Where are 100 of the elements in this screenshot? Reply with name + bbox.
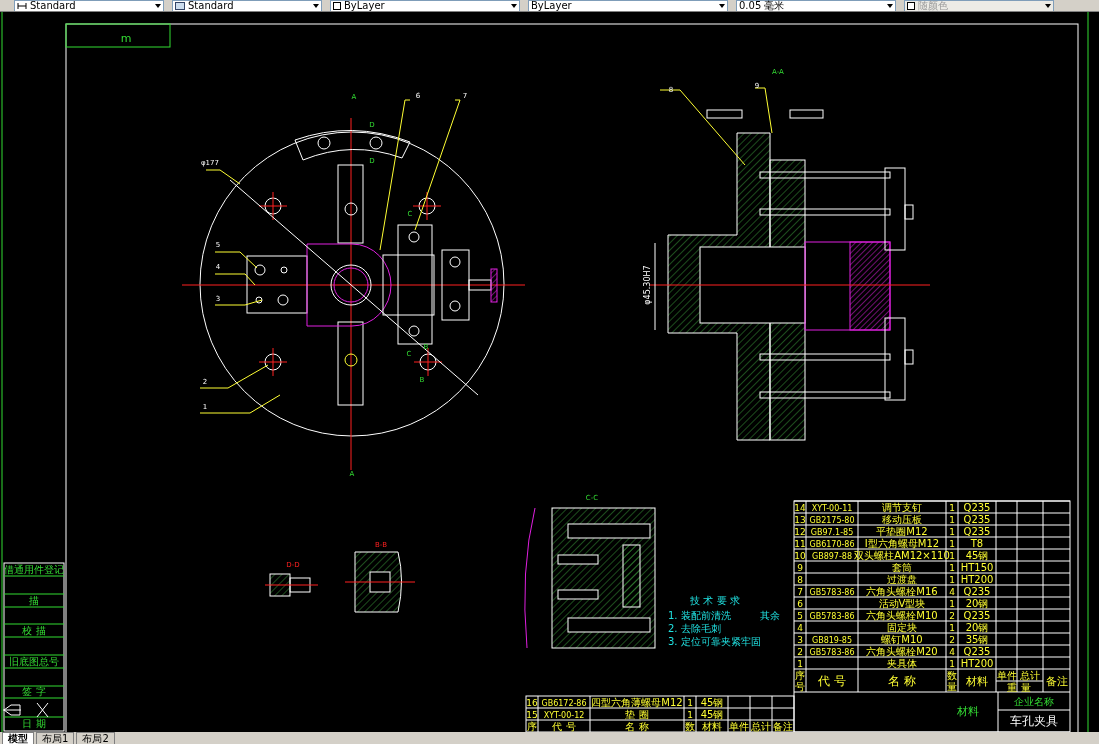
technical-note: 2. 去除毛刺 xyxy=(668,623,721,634)
part-material: Q235 xyxy=(963,514,991,525)
style-dropdown[interactable]: ByLayer xyxy=(528,0,728,11)
part-material: Q235 xyxy=(963,526,991,537)
part-name: 双头螺柱AM12×110 xyxy=(854,550,950,561)
part-material: HT200 xyxy=(960,574,994,585)
item-number: 7 xyxy=(797,587,803,597)
part-quantity: 1 xyxy=(949,515,955,525)
column-header: 备注 xyxy=(1045,675,1068,688)
part-name: 夹具体 xyxy=(887,658,917,669)
part-code: XYT-00-11 xyxy=(811,504,853,513)
roughness-note: 其余 xyxy=(760,610,780,621)
column-header: 材料 xyxy=(702,721,722,732)
part-quantity: 1 xyxy=(949,563,955,573)
part-material: HT200 xyxy=(960,658,994,669)
part-quantity: 2 xyxy=(949,611,955,621)
part-quantity: 1 xyxy=(949,539,955,549)
item-number: 2 xyxy=(797,647,803,657)
color-swatch-icon xyxy=(333,1,341,10)
title-column-label: 签 字 xyxy=(22,686,46,697)
column-header: 单件 xyxy=(996,670,1017,681)
color-swatch-icon xyxy=(907,1,915,10)
part-code: GB897-88 xyxy=(812,552,852,561)
part-name: 六角头螺栓M10 xyxy=(866,610,938,621)
part-material: Q235 xyxy=(963,502,991,513)
part-code: GB819-85 xyxy=(812,636,852,645)
part-name: 垫 圈 xyxy=(625,709,649,720)
column-header: 名 称 xyxy=(625,721,649,732)
style-dropdown[interactable]: Standard xyxy=(172,0,322,11)
column-header: 材料 xyxy=(966,675,988,688)
caret-icon xyxy=(155,3,161,8)
part-code: XYT-00-12 xyxy=(543,711,585,720)
part-quantity: 1 xyxy=(949,551,955,561)
column-header: 名 称 xyxy=(888,674,916,688)
part-material: 45钢 xyxy=(965,550,989,561)
part-code: GB5783-86 xyxy=(809,648,855,657)
column-header: 序号 xyxy=(795,670,805,692)
title-column-label: 校 描 xyxy=(22,625,46,636)
item-number: 8 xyxy=(797,575,803,585)
dimension-style-icon xyxy=(17,1,27,10)
part-quantity: 1 xyxy=(949,575,955,585)
part-name: 移动压板 xyxy=(882,514,922,525)
layout-tab[interactable]: 布局1 xyxy=(36,732,75,744)
item-number: 6 xyxy=(797,599,803,609)
column-header: 数 xyxy=(685,721,695,732)
part-quantity: 1 xyxy=(949,659,955,669)
part-name: 调节支钉 xyxy=(882,502,922,513)
item-number: 3 xyxy=(797,635,803,645)
leader-line xyxy=(205,169,241,185)
part-code: GB97.1-85 xyxy=(810,528,854,537)
part-code: GB6172-86 xyxy=(541,699,587,708)
part-code: GB6170-86 xyxy=(809,540,855,549)
item-number: 10 xyxy=(794,551,806,561)
part-name: I型六角螺母M12 xyxy=(864,538,940,549)
leader-line xyxy=(214,299,263,306)
part-code: GB2175-80 xyxy=(809,516,855,525)
part-name: 四型六角薄螺母M12 xyxy=(591,697,683,708)
part-name: 六角头螺栓M16 xyxy=(866,586,938,597)
item-number: 4 xyxy=(797,623,803,633)
style-dropdown[interactable]: ByLayer xyxy=(330,0,520,11)
part-code: GB5783-86 xyxy=(809,612,855,621)
part-quantity: 1 xyxy=(949,527,955,537)
style-dropdown[interactable]: Standard xyxy=(14,0,164,11)
part-material: 20钢 xyxy=(965,598,989,609)
technical-note: 3. 定位可靠夹紧牢固 xyxy=(668,636,761,647)
part-material: Q235 xyxy=(963,646,991,657)
leader-line xyxy=(214,251,258,269)
layout-tab[interactable]: 布局2 xyxy=(76,732,115,744)
caret-icon xyxy=(1045,3,1051,8)
part-quantity: 1 xyxy=(949,599,955,609)
style-dropdown[interactable]: 0.05 毫米 xyxy=(736,0,896,11)
diameter-dimension: φ45.30H7 xyxy=(643,265,652,305)
item-number: 5 xyxy=(797,611,803,621)
part-material: 20钢 xyxy=(965,622,989,633)
part-material: 35钢 xyxy=(965,634,989,645)
part-name: 套筒 xyxy=(892,562,912,573)
caret-icon xyxy=(719,3,725,8)
drawing-name: 车孔夹具 xyxy=(1010,714,1058,728)
part-quantity: 1 xyxy=(687,698,693,708)
part-quantity: 4 xyxy=(949,587,955,597)
column-header: 总计 xyxy=(751,721,771,732)
technical-note: 1. 装配前清洗 xyxy=(668,610,731,621)
item-number: 13 xyxy=(794,515,806,525)
section-dd-drawing xyxy=(264,573,319,597)
layout-tab[interactable]: 模型 xyxy=(2,732,34,744)
leader-line xyxy=(199,364,269,389)
caret-icon xyxy=(887,3,893,8)
item-number: 9 xyxy=(797,563,803,573)
part-quantity: 1 xyxy=(949,503,955,513)
ucs-icon xyxy=(36,702,49,718)
column-header: 代 号 xyxy=(552,721,576,732)
part-quantity: 1 xyxy=(687,710,693,720)
caret-icon xyxy=(511,3,517,8)
title-column-label: 旧底图总号 xyxy=(9,656,59,667)
notes-heading: 技 术 要 求 xyxy=(690,595,740,606)
column-header: 序 xyxy=(527,721,537,732)
title-column-label: 借通用件登记 xyxy=(4,564,64,575)
caret-icon xyxy=(313,3,319,8)
column-header: 备注 xyxy=(773,721,793,732)
part-material: 45钢 xyxy=(700,697,724,708)
